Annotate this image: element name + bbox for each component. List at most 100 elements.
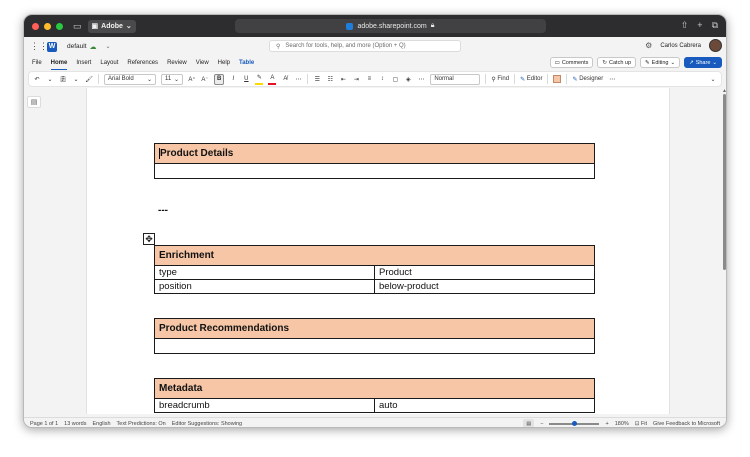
block-header[interactable]: Product Recommendations [154,318,595,339]
app-launcher-icon[interactable]: ⋮⋮⋮ [30,41,57,52]
vertical-scrollbar[interactable] [723,94,726,270]
designer-button[interactable]: ✎ Designer [572,74,603,85]
borders-icon[interactable]: ▢ [391,74,399,85]
more-options-icon[interactable]: ⋯ [608,74,616,85]
table-shading-button[interactable] [553,74,562,85]
paste-icon[interactable]: 📋︎ [59,74,67,85]
align-icon[interactable]: ≡ [365,74,373,85]
table-move-handle-icon[interactable]: ✥ [143,233,155,245]
table-cell[interactable]: type [154,265,375,280]
comments-button[interactable]: ▭ Comments [549,57,594,68]
comments-label: Comments [561,59,589,66]
shrink-font-icon[interactable]: A⁻ [201,74,209,85]
find-button[interactable]: ⚲ Find [491,74,509,85]
chevron-down-icon[interactable]: ⌄ [46,74,54,85]
navigation-pane-icon[interactable]: ▤ [27,96,41,108]
table-cell[interactable]: breadcrumb [154,398,375,413]
italic-icon[interactable]: I [229,74,237,85]
block-table-enrichment[interactable]: Enrichment type Product position below-p… [154,245,595,294]
tab-view[interactable]: View [196,56,209,70]
font-size-select[interactable]: 11 ⌄ [161,73,183,85]
document-page[interactable]: Product Details --- ✥ Enrichment type Pr… [86,88,670,414]
page-count[interactable]: Page 1 of 1 [30,421,58,427]
close-window-button[interactable] [32,22,39,30]
block-header[interactable]: Enrichment [154,245,595,266]
chevron-down-icon[interactable]: ⌄ [72,74,80,85]
minimize-window-button[interactable] [44,22,51,30]
tab-table[interactable]: Table [239,56,254,70]
cloud-saved-icon[interactable]: ☁ [90,43,97,51]
more-options-icon[interactable]: ⋯ [294,74,302,85]
collapse-ribbon-icon[interactable]: ⌄ [709,74,717,85]
feedback-link[interactable]: Give Feedback to Microsoft [653,421,720,427]
font-name-select[interactable]: Arial Bold ⌄ [104,73,156,85]
new-tab-icon[interactable]: + [697,20,702,31]
tab-overview-icon[interactable]: ⧉ [712,20,718,31]
editor-button[interactable]: ✎ Editor [520,74,542,85]
more-options-icon[interactable]: ⋯ [417,74,425,85]
block-table-product-recommendations[interactable]: Product Recommendations [154,318,595,354]
tab-insert[interactable]: Insert [76,56,91,70]
word-logo-icon[interactable]: W [47,41,57,52]
tab-home[interactable]: Home [50,56,68,70]
share-page-icon[interactable]: ⇧ [681,20,689,31]
zoom-window-button[interactable] [56,22,63,30]
highlight-icon[interactable]: ✎ [255,74,264,85]
editing-view-icon[interactable]: ▤ [523,419,535,427]
zoom-slider[interactable] [549,420,600,426]
table-cell[interactable]: below-product [374,279,595,294]
gear-icon[interactable]: ⚙ [645,41,652,50]
tab-file[interactable]: File [32,56,42,70]
bullets-icon[interactable]: ☰ [313,74,321,85]
font-color-icon[interactable]: A [268,74,277,85]
table-cell[interactable]: position [154,279,375,294]
tab-references[interactable]: References [127,56,158,70]
bold-icon[interactable]: B [214,73,225,85]
editor-suggestions[interactable]: Editor Suggestions: Showing [172,421,242,427]
profile-switcher[interactable]: ▣ Adobe ⌄ [87,19,136,33]
zoom-slider-knob[interactable] [571,420,577,426]
address-bar[interactable]: adobe.sharepoint.com 🔒︎ [235,19,546,33]
document-name[interactable]: default [67,43,87,50]
clear-format-icon[interactable]: A̸ [281,74,289,85]
chevron-down-icon[interactable]: ⌄ [106,43,111,50]
line-spacing-icon[interactable]: ↕ [378,74,386,85]
tab-layout[interactable]: Layout [100,56,118,70]
outdent-icon[interactable]: ⇤ [339,74,347,85]
avatar[interactable] [709,39,722,52]
shading-icon[interactable]: ◈ [404,74,412,85]
app-header: ⋮⋮⋮ W default ☁ ⌄ ⚲ Search for tools, he… [24,37,726,56]
user-name[interactable]: Carlos Cabrera [660,43,701,49]
zoom-out-icon[interactable]: − [540,421,543,427]
block-table-metadata[interactable]: Metadata breadcrumb auto [154,378,595,413]
style-value: Normal [434,76,454,82]
block-header[interactable]: Product Details [154,143,595,164]
catch-up-button[interactable]: ↻ Catch up [597,57,637,68]
zoom-level[interactable]: 180% [615,421,629,427]
table-cell[interactable] [154,163,595,179]
search-box[interactable]: ⚲ Search for tools, help, and more (Opti… [269,40,461,52]
table-cell[interactable]: Product [374,265,595,280]
tab-review[interactable]: Review [167,56,187,70]
indent-icon[interactable]: ⇥ [352,74,360,85]
underline-icon[interactable]: U [242,74,250,85]
block-table-product-details[interactable]: Product Details [154,143,595,179]
style-select[interactable]: Normal [430,73,481,85]
grow-font-icon[interactable]: A⁺ [188,74,196,85]
search-icon: ⚲ [276,43,281,50]
sidebar-toggle-icon[interactable]: ▭ [73,21,82,32]
numbering-icon[interactable]: ☷ [326,74,334,85]
editing-mode-button[interactable]: ✎ Editing ⌄ [640,57,681,68]
zoom-in-icon[interactable]: + [605,421,608,427]
word-count[interactable]: 13 words [64,421,86,427]
text-predictions[interactable]: Text Predictions: On [117,421,166,427]
table-cell[interactable] [154,338,595,354]
tab-help[interactable]: Help [218,56,230,70]
undo-icon[interactable]: ↶ [33,74,41,85]
fit-button[interactable]: ⊡ Fit [635,421,647,427]
language[interactable]: English [92,421,110,427]
table-cell[interactable]: auto [374,398,595,413]
format-painter-icon[interactable]: 🖌︎ [85,74,93,85]
share-button[interactable]: ↗ Share ⌄ [684,57,722,68]
block-header[interactable]: Metadata [154,378,595,399]
